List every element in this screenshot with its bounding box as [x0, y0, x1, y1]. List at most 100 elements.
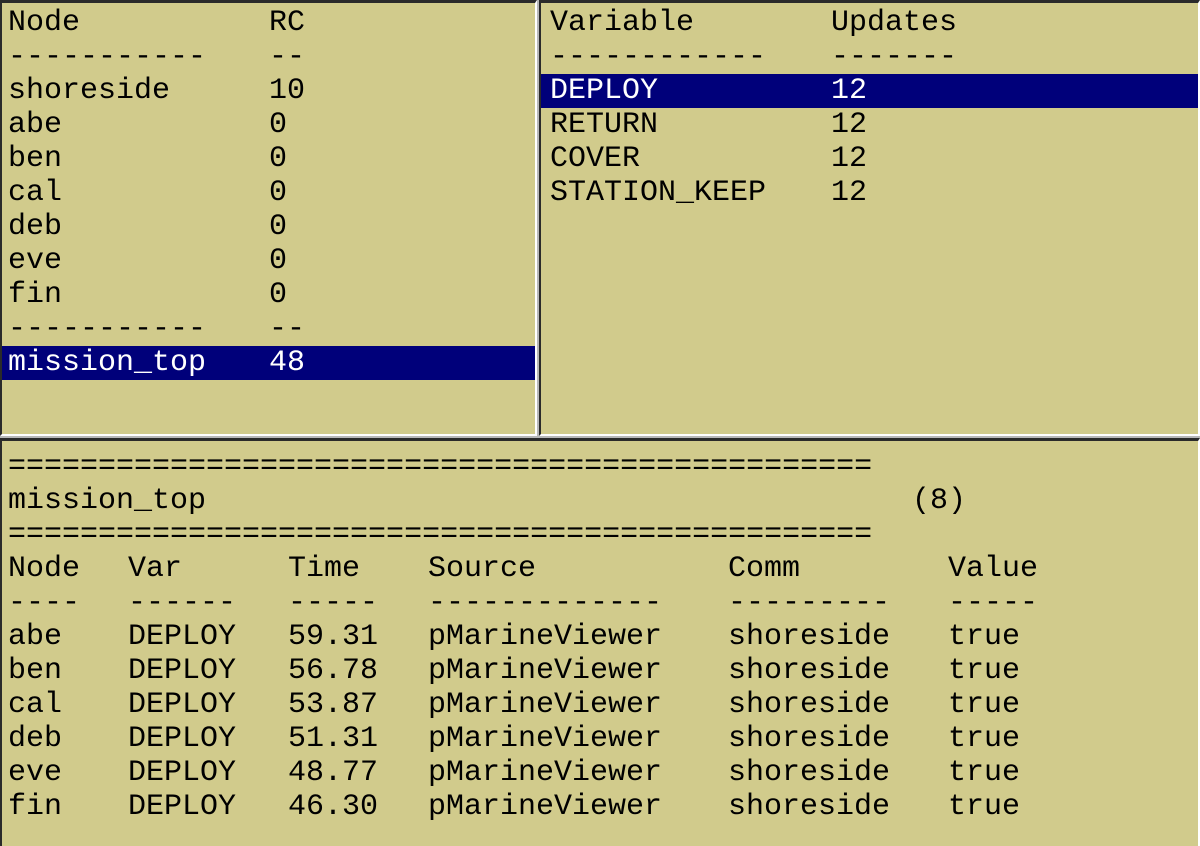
row-value: true	[948, 722, 1021, 756]
variable-row-deploy-selected[interactable]: DEPLOY 12	[541, 74, 1198, 108]
updates-column-header: Updates	[831, 6, 958, 40]
node-name: fin	[8, 278, 63, 312]
row-var: DEPLOY	[128, 756, 237, 790]
node-list-separator: ----------- --	[2, 40, 535, 74]
separator-text: ------	[128, 586, 237, 620]
node-rc: 48	[269, 346, 306, 380]
node-name: ben	[8, 142, 63, 176]
node-row-deb[interactable]: deb 0	[2, 210, 535, 244]
report-rule: ========================================…	[2, 518, 1198, 552]
variable-updates: 12	[831, 142, 868, 176]
variable-name: STATION_KEEP	[550, 176, 767, 210]
row-time: 53.87	[288, 688, 379, 722]
row-comm: shoreside	[728, 756, 891, 790]
row-node: ben	[8, 654, 63, 688]
row-time: 59.31	[288, 620, 379, 654]
variable-list-separator: ------------ -------	[541, 40, 1198, 74]
separator-text: ---------	[728, 586, 891, 620]
node-name: cal	[8, 176, 63, 210]
report-row: abe DEPLOY 59.31 pMarineViewer shoreside…	[2, 620, 1198, 654]
row-source: pMarineViewer	[428, 620, 663, 654]
node-rc: 0	[269, 108, 288, 142]
variable-row-station-keep[interactable]: STATION_KEEP 12	[541, 176, 1198, 210]
separator-text: -------	[831, 40, 958, 74]
value-column-header: Value	[948, 552, 1039, 586]
node-row-cal[interactable]: cal 0	[2, 176, 535, 210]
separator-text: -----------	[8, 312, 207, 346]
row-var: DEPLOY	[128, 654, 237, 688]
node-list-separator: ----------- --	[2, 312, 535, 346]
report-rule: ========================================…	[2, 450, 1198, 484]
variable-updates: 12	[831, 176, 868, 210]
variable-row-return[interactable]: RETURN 12	[541, 108, 1198, 142]
node-name: shoreside	[8, 74, 171, 108]
node-column-header: Node	[8, 6, 81, 40]
rule-text: ========================================…	[8, 518, 873, 552]
node-row-shoreside[interactable]: shoreside 10	[2, 74, 535, 108]
row-source: pMarineViewer	[428, 654, 663, 688]
row-source: pMarineViewer	[428, 722, 663, 756]
time-column-header: Time	[288, 552, 361, 586]
row-node: fin	[8, 790, 63, 824]
node-rc: 0	[269, 278, 288, 312]
report-title: mission_top	[8, 484, 207, 518]
row-comm: shoreside	[728, 790, 891, 824]
row-var: DEPLOY	[128, 688, 237, 722]
row-value: true	[948, 688, 1021, 722]
report-title-line: mission_top (8)	[2, 484, 1198, 518]
report-row: fin DEPLOY 46.30 pMarineViewer shoreside…	[2, 790, 1198, 824]
detail-report-pane[interactable]: ========================================…	[0, 438, 1200, 846]
row-var: DEPLOY	[128, 790, 237, 824]
row-time: 56.78	[288, 654, 379, 688]
node-list-header: Node RC	[2, 6, 535, 40]
row-time: 51.31	[288, 722, 379, 756]
separator-text: -----	[948, 586, 1039, 620]
report-row: deb DEPLOY 51.31 pMarineViewer shoreside…	[2, 722, 1198, 756]
node-name: deb	[8, 210, 63, 244]
variable-name: DEPLOY	[550, 74, 659, 108]
row-source: pMarineViewer	[428, 790, 663, 824]
variable-name: RETURN	[550, 108, 659, 142]
node-row-abe[interactable]: abe 0	[2, 108, 535, 142]
separator-text: ------------	[550, 40, 767, 74]
node-row-mission-top-selected[interactable]: mission_top 48	[2, 346, 535, 380]
row-value: true	[948, 654, 1021, 688]
row-value: true	[948, 620, 1021, 654]
node-rc: 0	[269, 244, 288, 278]
node-row-eve[interactable]: eve 0	[2, 244, 535, 278]
row-comm: shoreside	[728, 688, 891, 722]
report-row: ben DEPLOY 56.78 pMarineViewer shoreside…	[2, 654, 1198, 688]
report-count: (8)	[912, 484, 967, 518]
variable-list-header: Variable Updates	[541, 6, 1198, 40]
variable-updates: 12	[831, 74, 868, 108]
node-row-ben[interactable]: ben 0	[2, 142, 535, 176]
row-node: eve	[8, 756, 63, 790]
variable-list: Variable Updates ------------ ------- DE…	[541, 6, 1198, 210]
node-list-pane[interactable]: Node RC ----------- -- shoreside 10 abe …	[0, 0, 537, 436]
variable-row-cover[interactable]: COVER 12	[541, 142, 1198, 176]
report-header: Node Var Time Source Comm Value	[2, 552, 1198, 586]
report-separator: ---- ------ ----- ------------- --------…	[2, 586, 1198, 620]
node-rc: 10	[269, 74, 306, 108]
separator-text: --	[269, 40, 306, 74]
rc-column-header: RC	[269, 6, 306, 40]
node-name: mission_top	[8, 346, 207, 380]
variable-name: COVER	[550, 142, 641, 176]
node-rc: 0	[269, 210, 288, 244]
variable-list-pane[interactable]: Variable Updates ------------ ------- DE…	[539, 0, 1200, 436]
separator-text: -----	[288, 586, 379, 620]
node-rc: 0	[269, 176, 288, 210]
separator-text: ----	[8, 586, 81, 620]
node-rc: 0	[269, 142, 288, 176]
node-row-fin[interactable]: fin 0	[2, 278, 535, 312]
node-column-header: Node	[8, 552, 81, 586]
report-row: eve DEPLOY 48.77 pMarineViewer shoreside…	[2, 756, 1198, 790]
node-name: abe	[8, 108, 63, 142]
separator-text: --	[269, 312, 306, 346]
row-node: deb	[8, 722, 63, 756]
variable-column-header: Variable	[550, 6, 695, 40]
row-time: 48.77	[288, 756, 379, 790]
comm-column-header: Comm	[728, 552, 801, 586]
row-var: DEPLOY	[128, 620, 237, 654]
separator-text: -------------	[428, 586, 663, 620]
